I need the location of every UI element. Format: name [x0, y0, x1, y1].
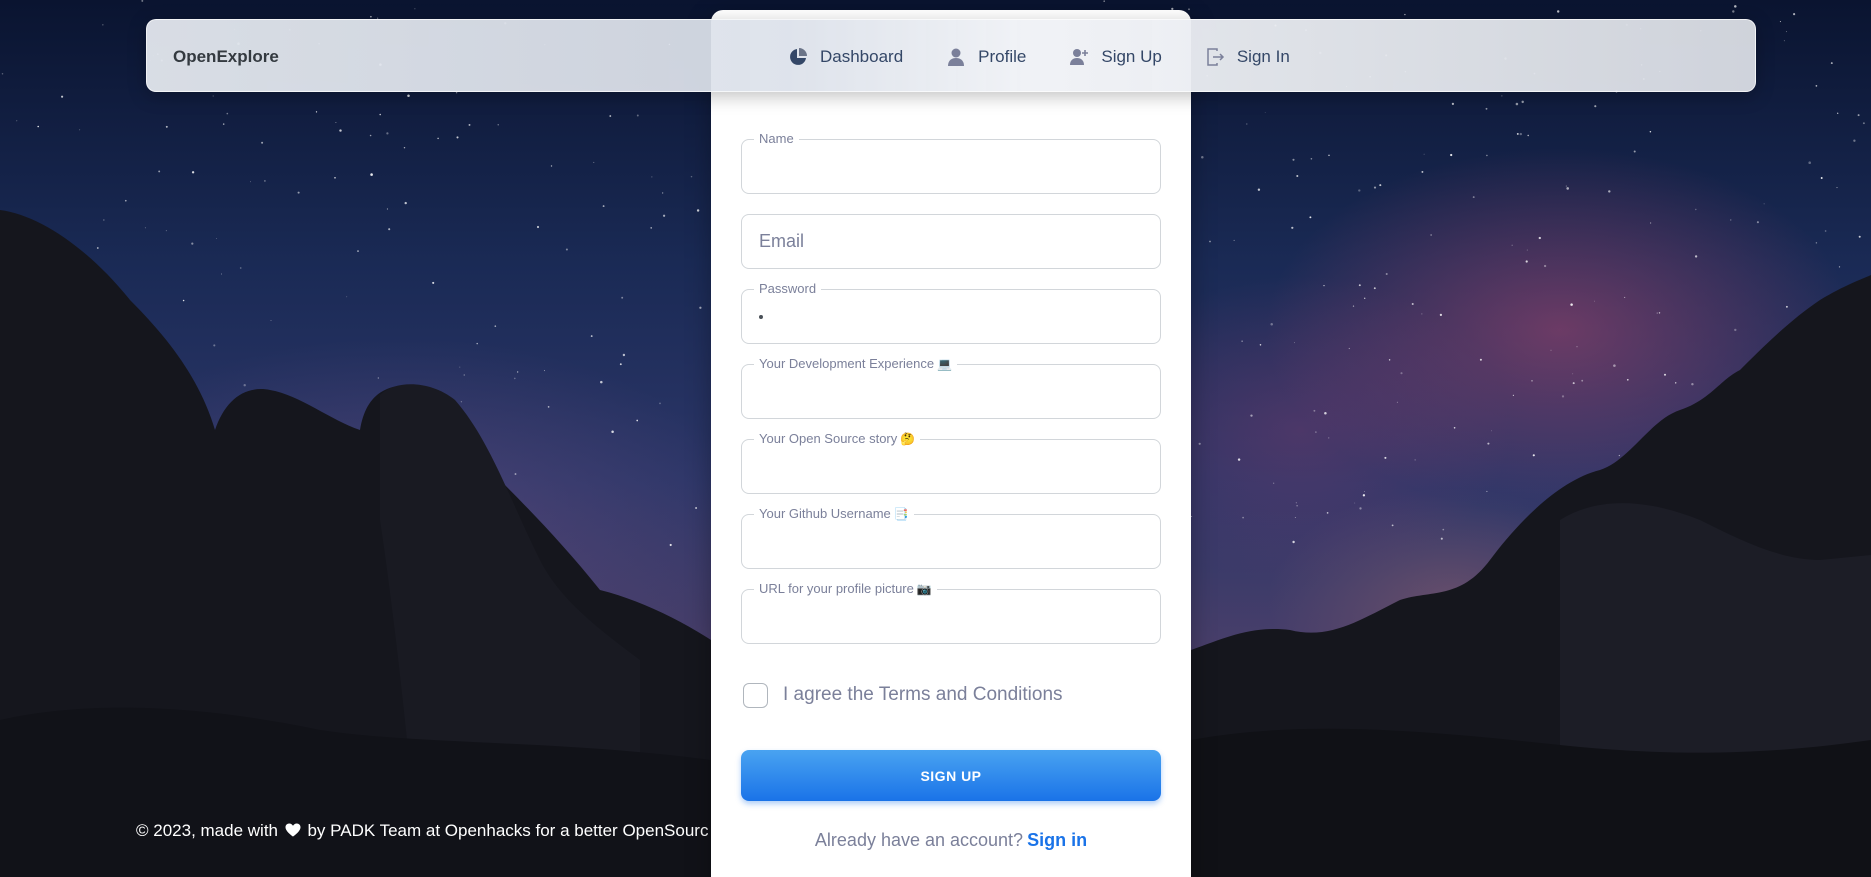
password-field[interactable]: Password: [741, 281, 1161, 344]
name-input[interactable]: [742, 140, 1160, 193]
profile-picture-url-input[interactable]: [742, 590, 1160, 643]
top-navbar: OpenExplore Dashboard Profile Sign Up Si…: [146, 19, 1756, 92]
name-field[interactable]: Name: [741, 131, 1161, 194]
footer-credit: © 2023, made with by PADK Team at Openha…: [136, 821, 708, 845]
password-mask-dot: [759, 315, 763, 319]
profile-picture-url-field[interactable]: URL for your profile picture 📷: [741, 581, 1161, 644]
picture-label-text: URL for your profile picture: [759, 581, 914, 596]
email-field[interactable]: [741, 214, 1161, 269]
sign-up-button[interactable]: SIGN UP: [741, 750, 1161, 801]
nav-item-label: Sign In: [1236, 46, 1290, 66]
nav-item-dashboard[interactable]: Dashboard: [767, 37, 925, 77]
terms-row: I agree the Terms and Conditions: [743, 680, 1063, 710]
story-field[interactable]: Your Open Source story 🤔: [741, 431, 1161, 494]
brand-logo-text[interactable]: OpenExplore: [173, 20, 279, 93]
name-label: Name: [754, 131, 799, 147]
nav-item-sign-in[interactable]: Sign In: [1184, 37, 1312, 77]
sign-in-link[interactable]: Sign in: [1027, 830, 1087, 850]
pie-chart-icon: [788, 47, 808, 67]
footer-suffix: by PADK Team at Openhacks for a better O…: [307, 821, 709, 840]
email-input[interactable]: [742, 215, 1160, 268]
story-input[interactable]: [742, 440, 1160, 493]
terms-label[interactable]: I agree the Terms and Conditions: [783, 684, 1063, 706]
laptop-emoji-icon: 💻: [937, 357, 953, 371]
person-icon: [946, 47, 966, 67]
story-label-text: Your Open Source story: [759, 431, 898, 446]
bookmark-tabs-emoji-icon: 📑: [893, 507, 909, 521]
experience-input[interactable]: [742, 365, 1160, 418]
experience-label: Your Development Experience 💻: [754, 356, 958, 372]
terms-checkbox[interactable]: [743, 682, 768, 708]
nav-item-label: Sign Up: [1101, 46, 1162, 66]
nav-links: Dashboard Profile Sign Up Sign In: [767, 20, 1312, 93]
github-username-label: Your Github Username 📑: [754, 506, 914, 522]
github-label-text: Your Github Username: [759, 506, 891, 521]
signup-card: Name Password Your Development Experienc…: [711, 10, 1191, 877]
github-username-input[interactable]: [742, 515, 1160, 568]
sign-in-icon: [1205, 47, 1225, 67]
profile-picture-url-label: URL for your profile picture 📷: [754, 581, 937, 597]
github-username-field[interactable]: Your Github Username 📑: [741, 506, 1161, 569]
signin-prompt-text: Already have an account?: [814, 830, 1024, 850]
password-input[interactable]: [742, 290, 1160, 343]
nav-item-sign-up[interactable]: Sign Up: [1048, 37, 1183, 77]
thinking-face-emoji-icon: 🤔: [900, 432, 916, 446]
story-label: Your Open Source story 🤔: [754, 431, 921, 447]
signin-prompt-row: Already have an account? Sign in: [711, 830, 1191, 851]
person-add-icon: [1069, 47, 1089, 67]
nav-item-profile[interactable]: Profile: [925, 37, 1048, 77]
experience-label-text: Your Development Experience: [759, 356, 935, 371]
nav-item-label: Dashboard: [820, 46, 904, 66]
camera-emoji-icon: 📷: [916, 582, 932, 596]
footer-prefix: © 2023, made with: [136, 821, 278, 840]
heart-icon: [285, 823, 301, 837]
password-label: Password: [754, 281, 822, 297]
experience-field[interactable]: Your Development Experience 💻: [741, 356, 1161, 419]
nav-item-label: Profile: [978, 46, 1027, 66]
